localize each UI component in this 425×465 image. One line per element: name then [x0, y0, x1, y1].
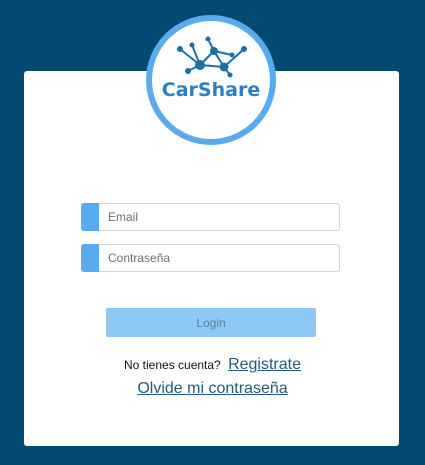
logo-badge: CarShare: [152, 21, 270, 139]
logo-brand-text: CarShare: [161, 79, 261, 101]
forgot-password-link[interactable]: Olvide mi contraseña: [137, 380, 287, 397]
email-addon: [81, 203, 99, 231]
password-field-group: [81, 244, 340, 272]
password-field[interactable]: [99, 244, 340, 272]
email-field[interactable]: [99, 203, 340, 231]
register-prompt: No tienes cuenta? Registrate: [0, 356, 425, 374]
register-link[interactable]: Registrate: [228, 356, 301, 373]
login-page: CarShare Login No tienes cuenta? Registr…: [0, 0, 425, 465]
no-account-text: No tienes cuenta?: [124, 358, 221, 372]
password-addon: [81, 244, 99, 272]
carshare-logo: CarShare: [146, 15, 276, 145]
forgot-password-row: Olvide mi contraseña: [0, 380, 425, 398]
login-button[interactable]: Login: [106, 308, 316, 337]
email-field-group: [81, 203, 340, 231]
